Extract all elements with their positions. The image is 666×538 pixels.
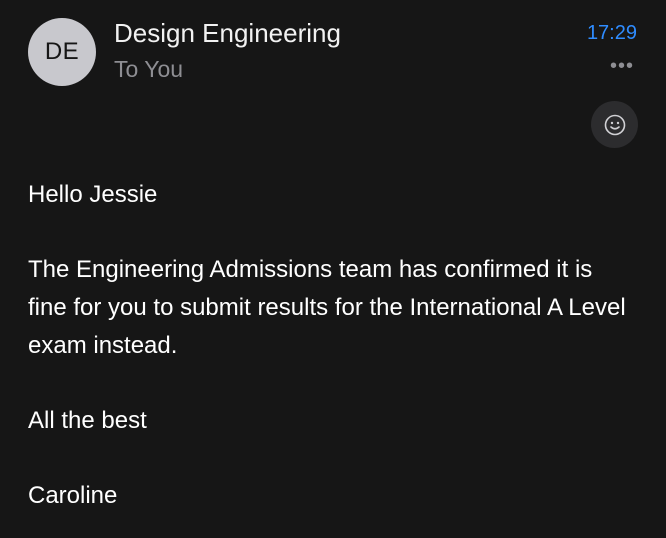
greeting: Hello Jessie xyxy=(28,181,158,208)
message-body: Hello Jessie The Engineering Admissions … xyxy=(28,176,628,515)
add-reaction-button[interactable] xyxy=(591,101,638,148)
email-header: DE Design Engineering To You 17:29 ••• xyxy=(0,0,666,160)
recipient-line[interactable]: To You xyxy=(114,56,183,83)
timestamp: 17:29 xyxy=(586,22,637,44)
sender-name[interactable]: Design Engineering xyxy=(114,18,341,49)
signature: Caroline xyxy=(28,482,118,509)
message-paragraph: The Engineering Admissions team has conf… xyxy=(28,256,626,359)
ellipsis-icon[interactable]: ••• xyxy=(610,56,634,76)
smiley-icon xyxy=(604,114,625,135)
avatar[interactable]: DE xyxy=(28,18,96,86)
signoff: All the best xyxy=(28,407,147,434)
avatar-initials: DE xyxy=(44,38,80,65)
